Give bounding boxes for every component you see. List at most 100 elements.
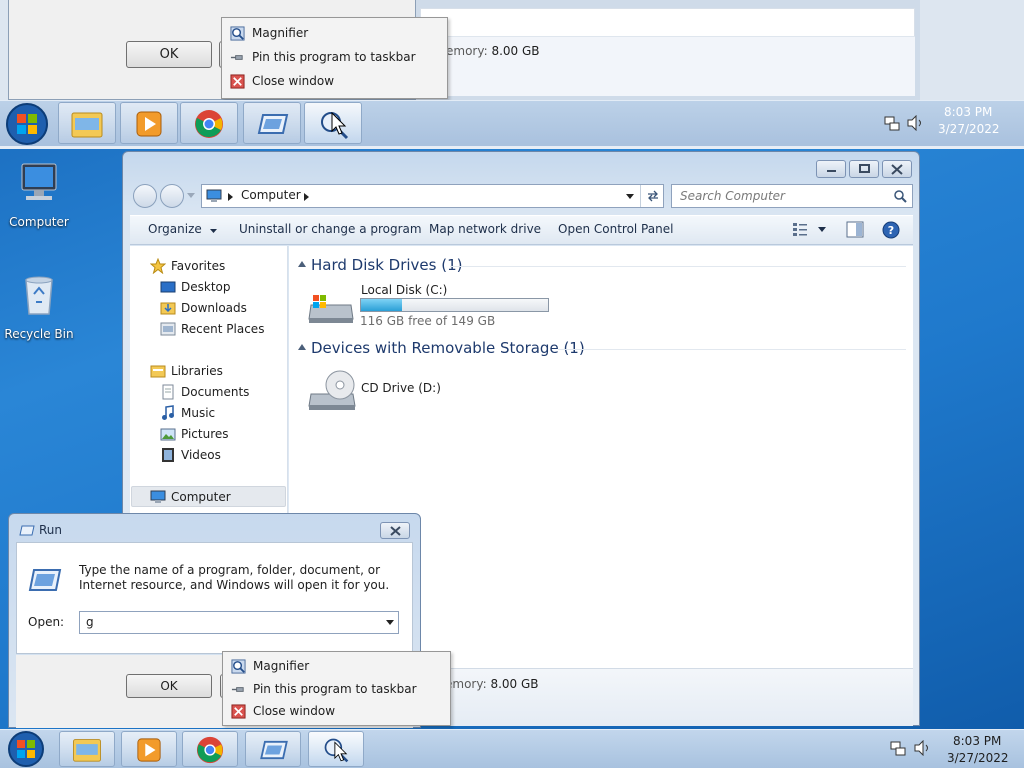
taskbar-explorer-button[interactable] xyxy=(59,731,115,767)
computer-icon xyxy=(21,163,57,200)
nav-downloads[interactable]: Downloads xyxy=(160,301,247,315)
maximize-button[interactable] xyxy=(849,160,879,178)
drive-local-disk-c[interactable]: Local Disk (C:) 116 GB free of 149 GB xyxy=(305,281,555,329)
close-window-icon xyxy=(230,74,245,89)
address-breadcrumb[interactable]: Computer xyxy=(241,188,301,202)
magnified-memory-text: emory: 8.00 GB xyxy=(446,44,540,58)
open-dropdown-icon[interactable] xyxy=(386,620,394,625)
refresh-icon[interactable] xyxy=(646,189,660,203)
nav-music[interactable]: Music xyxy=(162,405,215,420)
collapse-arrow-icon[interactable] xyxy=(298,344,306,350)
breadcrumb-arrow-icon[interactable] xyxy=(228,193,233,201)
magnified-menu-pin[interactable]: Pin this program to taskbar xyxy=(222,46,447,69)
music-icon xyxy=(162,405,174,420)
magnifier-icon xyxy=(230,26,245,41)
collapse-arrow-icon[interactable] xyxy=(298,261,306,267)
recent-pages-chevron-icon[interactable] xyxy=(187,193,195,199)
uninstall-program-button[interactable]: Uninstall or change a program xyxy=(239,222,422,236)
recycle-bin-icon xyxy=(25,276,53,315)
menu-item-pin-to-taskbar[interactable]: Pin this program to taskbar xyxy=(223,678,450,701)
breadcrumb-arrow-icon[interactable] xyxy=(304,193,309,201)
run-title: Run xyxy=(39,523,63,537)
start-orb-icon[interactable] xyxy=(5,102,49,146)
nav-libraries[interactable]: Libraries xyxy=(150,364,223,378)
nav-documents[interactable]: Documents xyxy=(162,384,250,400)
menu-label: Magnifier xyxy=(253,659,310,673)
search-input[interactable]: Search Computer xyxy=(671,184,913,208)
forward-button[interactable] xyxy=(160,184,184,208)
start-orb-icon[interactable] xyxy=(7,730,45,768)
group-header-removable-storage[interactable]: Devices with Removable Storage (1) xyxy=(311,339,585,357)
minimize-button[interactable] xyxy=(816,160,846,178)
view-dropdown-icon[interactable] xyxy=(818,227,826,232)
nav-pictures[interactable]: Pictures xyxy=(160,427,229,441)
computer-icon xyxy=(206,189,222,202)
magnified-clock-time: 8:03 PM xyxy=(944,105,993,119)
desktop-icon-recycle-bin[interactable]: Recycle Bin xyxy=(3,272,75,341)
taskbar-explorer-button[interactable] xyxy=(58,102,116,144)
taskbar-media-player-button[interactable] xyxy=(121,731,177,767)
taskbar-chrome-button[interactable] xyxy=(180,102,238,144)
run-close-button[interactable] xyxy=(380,522,410,539)
desktop-icon-label: Recycle Bin xyxy=(4,327,74,341)
star-icon xyxy=(150,258,166,274)
drive-name: Local Disk (C:) xyxy=(361,283,448,297)
nav-label: Documents xyxy=(181,385,250,399)
group-divider xyxy=(558,349,906,350)
run-ok-button[interactable]: OK xyxy=(126,674,212,698)
memory-value: 8.00 GB xyxy=(491,44,540,58)
magnified-menu-close[interactable]: Close window xyxy=(222,70,447,93)
drive-free-space: 116 GB free of 149 GB xyxy=(360,314,496,328)
nav-label: Downloads xyxy=(181,301,247,315)
nav-favorites[interactable]: Favorites xyxy=(150,258,225,274)
organize-menu[interactable]: Organize xyxy=(148,222,217,236)
magnified-ok-button[interactable]: OK xyxy=(126,41,212,68)
menu-item-close-window[interactable]: Close window xyxy=(223,700,450,723)
volume-icon[interactable] xyxy=(906,115,924,131)
clock-date[interactable]: 3/27/2022 xyxy=(947,751,1009,765)
preview-pane-icon[interactable] xyxy=(846,221,864,238)
run-open-input[interactable]: g xyxy=(79,611,399,634)
magnified-menu-magnifier[interactable]: Magnifier xyxy=(222,22,447,45)
nav-desktop[interactable]: Desktop xyxy=(160,280,231,294)
clock-time[interactable]: 8:03 PM xyxy=(953,734,1001,748)
close-window-icon xyxy=(231,704,246,719)
view-options-icon[interactable] xyxy=(792,222,808,237)
desktop-icon-label: Computer xyxy=(9,215,69,229)
help-icon[interactable]: ? xyxy=(882,221,900,239)
taskbar-run-button[interactable] xyxy=(243,102,301,144)
open-control-panel-button[interactable]: Open Control Panel xyxy=(558,222,673,236)
cd-drive-icon xyxy=(308,370,356,410)
menu-label: Close window xyxy=(253,704,336,718)
back-button[interactable] xyxy=(133,184,157,208)
svg-text:?: ? xyxy=(888,224,894,237)
taskbar-chrome-button[interactable] xyxy=(182,731,238,767)
nav-computer[interactable]: Computer xyxy=(150,490,231,504)
group-header-hard-disk-drives[interactable]: Hard Disk Drives (1) xyxy=(311,256,462,274)
menu-item-magnifier[interactable]: Magnifier xyxy=(223,655,450,678)
desktop-icon-computer[interactable]: Computer xyxy=(3,160,75,229)
nav-label: Recent Places xyxy=(181,322,265,336)
run-icon xyxy=(19,525,35,536)
close-icon xyxy=(891,164,903,175)
nav-recent-places[interactable]: Recent Places xyxy=(160,322,265,336)
address-dropdown-icon[interactable] xyxy=(626,194,634,199)
details-memory: emory: 8.00 GB xyxy=(445,677,539,691)
volume-icon[interactable] xyxy=(913,740,931,756)
taskbar-media-player-button[interactable] xyxy=(120,102,178,144)
taskbar-run-button[interactable] xyxy=(245,731,301,767)
drive-cd-d[interactable]: CD Drive (D:) xyxy=(305,366,485,414)
close-button[interactable] xyxy=(882,160,912,178)
network-icon[interactable] xyxy=(890,740,906,756)
search-icon[interactable] xyxy=(893,189,907,203)
map-network-drive-button[interactable]: Map network drive xyxy=(429,222,541,236)
drive-name: CD Drive (D:) xyxy=(361,381,441,395)
nav-videos[interactable]: Videos xyxy=(162,448,221,462)
nav-label: Computer xyxy=(171,490,231,504)
pin-icon xyxy=(230,55,243,60)
folder-icon xyxy=(71,112,103,138)
nav-label: Desktop xyxy=(181,280,231,294)
run-dialog-body xyxy=(16,542,413,654)
downloads-icon xyxy=(160,302,176,315)
network-icon[interactable] xyxy=(884,115,900,131)
